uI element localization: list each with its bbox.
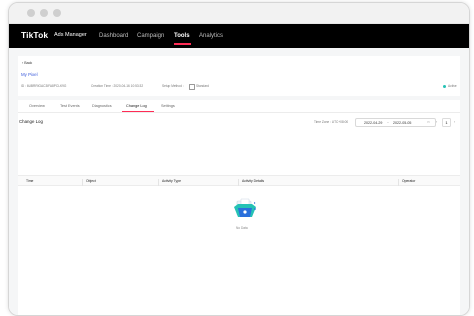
page-content: ‹ Back My Pixel ID : 6UBRRIGAC3IFA8PCLK9…: [9, 48, 469, 315]
setup-method-label: Setup Method :: [162, 84, 184, 88]
back-link[interactable]: ‹ Back: [22, 61, 32, 65]
tab-test-events[interactable]: Test Events: [60, 104, 80, 108]
column-divider: [158, 179, 159, 186]
pixel-id: ID : 6UBRRIGAC3IFA8PCLK9G: [21, 84, 67, 88]
change-log-title: Change Log: [19, 119, 43, 124]
column-divider: [398, 179, 399, 186]
date-start: 2022-04-29: [364, 120, 383, 125]
tab-bar: Overview Test Events Diagnostics Change …: [18, 100, 460, 113]
column-object: Object: [86, 178, 96, 183]
browser-window: TikTok Ads Manager Dashboard Campaign To…: [8, 2, 470, 316]
window-dot-1: [27, 9, 35, 17]
top-navigation-bar: TikTok Ads Manager Dashboard Campaign To…: [9, 24, 469, 48]
tab-change-log[interactable]: Change Log: [126, 104, 147, 108]
nav-tools[interactable]: Tools: [174, 33, 190, 39]
table-header: Time Object Activity Type Activity Detai…: [18, 175, 460, 186]
column-divider: [82, 179, 83, 186]
column-operator: Operator: [402, 178, 416, 183]
status-dot-icon: [443, 85, 446, 88]
column-time: Time: [26, 178, 34, 183]
tiktok-logo[interactable]: TikTok: [21, 30, 48, 40]
window-dot-3: [53, 9, 61, 17]
tab-overview[interactable]: Overview: [29, 104, 45, 108]
standard-icon: [189, 83, 195, 90]
nav-campaign[interactable]: Campaign: [137, 33, 164, 39]
column-divider: [238, 179, 239, 186]
page-number[interactable]: 1: [442, 118, 451, 127]
date-range-picker[interactable]: 2022-04-29 ~ 2022-05-05 ▭: [355, 118, 436, 127]
nav-dashboard[interactable]: Dashboard: [99, 33, 128, 39]
date-separator: ~: [387, 120, 389, 125]
nav-analytics[interactable]: Analytics: [199, 33, 223, 39]
time-zone-label: Time Zone : UTC+08:00: [314, 120, 349, 124]
setup-method-value: Standard: [196, 84, 209, 88]
status-badge: Active: [448, 84, 457, 88]
next-page-button[interactable]: ›: [451, 118, 458, 125]
empty-box-icon: [234, 198, 256, 217]
prev-page-button[interactable]: ‹: [433, 118, 440, 125]
column-activity-details: Activity Details: [242, 178, 265, 183]
pixel-info-card: ‹ Back My Pixel ID : 6UBRRIGAC3IFA8PCLK9…: [18, 56, 460, 96]
column-activity-type: Activity Type: [162, 178, 181, 183]
pixel-name: My Pixel: [21, 72, 38, 77]
tab-settings[interactable]: Settings: [161, 104, 175, 108]
creation-time: Creation Time : 2020-04-16 10:53:32: [91, 84, 144, 88]
pagination: ‹ 1 ›: [433, 118, 459, 127]
nav-active-indicator: [174, 43, 191, 45]
tab-active-indicator: [122, 111, 154, 113]
date-end: 2022-05-05: [393, 120, 412, 125]
empty-text: No Data: [236, 226, 248, 230]
ads-manager-label: Ads Manager: [54, 32, 87, 38]
empty-state: No Data: [230, 195, 260, 235]
change-log-panel: Change Log Time Zone : UTC+08:00 2022-04…: [18, 113, 460, 315]
window-dot-2: [40, 9, 48, 17]
browser-chrome: [9, 3, 469, 24]
back-label: Back: [24, 61, 33, 65]
calendar-icon: ▭: [427, 120, 431, 124]
tab-diagnostics[interactable]: Diagnostics: [92, 104, 112, 108]
